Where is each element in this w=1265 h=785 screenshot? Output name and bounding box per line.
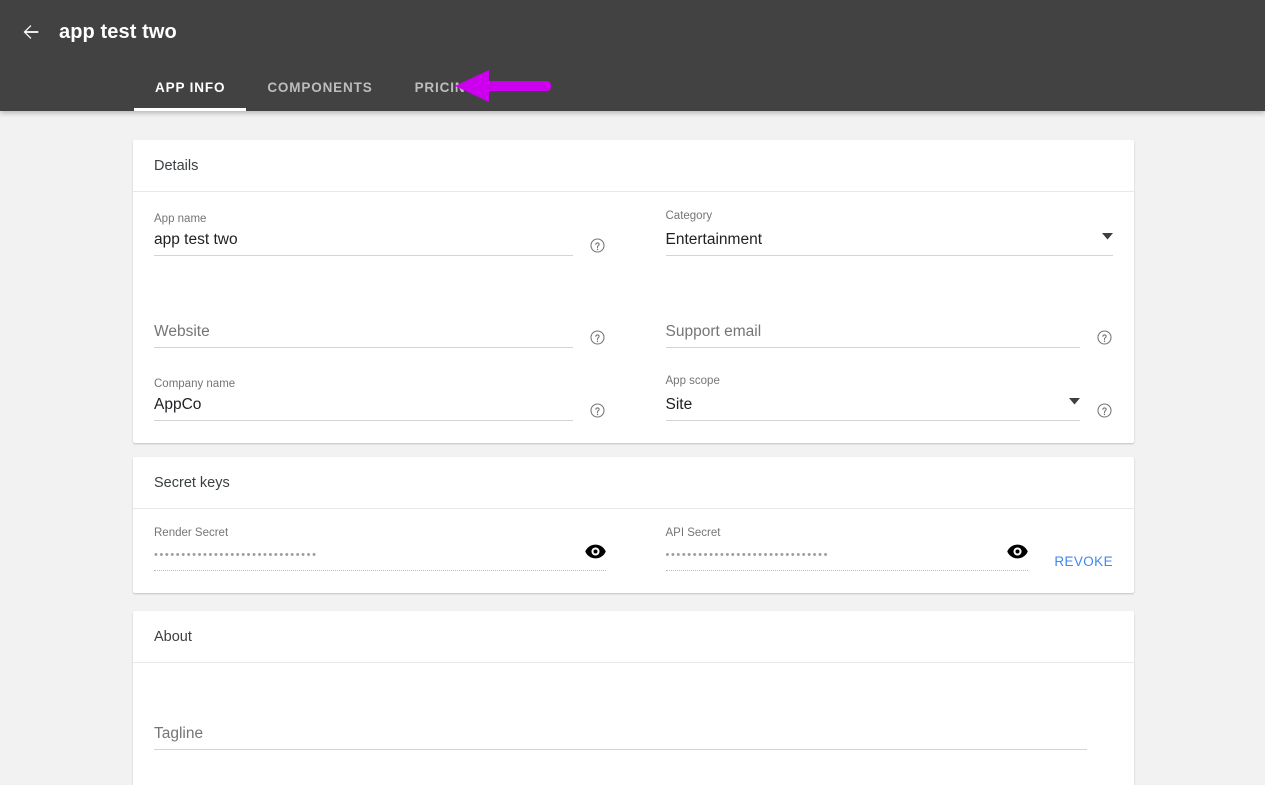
details-card: Details App name app test two Category E… bbox=[133, 140, 1134, 443]
field-app-scope-label: App scope bbox=[665, 375, 720, 387]
chevron-down-icon[interactable] bbox=[1102, 227, 1113, 245]
field-support-email: Support email bbox=[665, 287, 1081, 348]
field-category: Category Entertainment bbox=[665, 192, 1113, 256]
tab-pricing-label: PRICING bbox=[414, 80, 477, 95]
details-row-1: App name app test two Category Entertain… bbox=[154, 192, 1113, 256]
tab-pricing[interactable]: PRICING bbox=[394, 64, 498, 111]
field-app-name-label: App name bbox=[154, 213, 207, 225]
field-company-name-label: Company name bbox=[154, 378, 236, 390]
details-row-2: Website Support email bbox=[154, 287, 1113, 348]
back-button[interactable] bbox=[14, 15, 48, 49]
details-card-title: Details bbox=[154, 157, 199, 174]
eye-icon[interactable] bbox=[584, 544, 606, 564]
chevron-down-icon[interactable] bbox=[1069, 392, 1080, 410]
field-app-scope-control[interactable]: Site bbox=[665, 392, 1080, 421]
tab-app-info[interactable]: APP INFO bbox=[134, 64, 247, 111]
about-card-title: About bbox=[154, 628, 192, 645]
details-card-header: Details bbox=[133, 140, 1134, 192]
field-api-secret: API Secret •••••••••••••••••••••••••••••… bbox=[665, 509, 1029, 571]
field-render-secret-label: Render Secret bbox=[154, 527, 229, 539]
secret-keys-card: Secret keys Render Secret ••••••••••••••… bbox=[133, 457, 1134, 593]
help-circle-icon[interactable] bbox=[1096, 402, 1113, 419]
details-card-body: App name app test two Category Entertain… bbox=[133, 192, 1134, 443]
about-card-body: Tagline Description bbox=[133, 663, 1134, 785]
tab-components[interactable]: COMPONENTS bbox=[246, 64, 393, 111]
field-app-name-wrap: App name app test two bbox=[154, 192, 634, 256]
help-circle-icon[interactable] bbox=[1096, 329, 1113, 346]
revoke-button[interactable]: REVOKE bbox=[1054, 554, 1113, 569]
field-render-secret-value: •••••••••••••••••••••••••••••• bbox=[154, 549, 318, 561]
about-card-header: About bbox=[133, 611, 1134, 663]
secret-keys-row: Render Secret ••••••••••••••••••••••••••… bbox=[154, 509, 1113, 571]
about-row-tagline: Tagline bbox=[154, 689, 1113, 750]
field-tagline-wrap: Tagline bbox=[154, 689, 1113, 750]
field-website-wrap: Website bbox=[154, 287, 634, 348]
field-api-secret-label: API Secret bbox=[665, 527, 721, 539]
tab-app-info-label: APP INFO bbox=[155, 80, 226, 95]
field-category-label: Category bbox=[665, 210, 713, 222]
field-category-wrap: Category Entertainment bbox=[634, 192, 1113, 256]
field-app-name-value[interactable]: app test two bbox=[154, 230, 573, 250]
field-render-secret-control: •••••••••••••••••••••••••••••• bbox=[154, 544, 606, 571]
field-api-secret-wrap: API Secret •••••••••••••••••••••••••••••… bbox=[634, 509, 1114, 571]
field-tagline-control[interactable]: Tagline bbox=[154, 724, 1087, 750]
field-app-scope-value[interactable]: Site bbox=[666, 395, 1062, 415]
help-circle-icon[interactable] bbox=[589, 329, 606, 346]
page-title: app test two bbox=[59, 20, 177, 43]
field-support-email-control[interactable]: Support email bbox=[665, 322, 1081, 348]
field-support-email-placeholder[interactable]: Support email bbox=[666, 322, 1081, 342]
field-website-placeholder[interactable]: Website bbox=[154, 322, 573, 342]
about-card: About Tagline bbox=[133, 611, 1134, 785]
secret-keys-card-title: Secret keys bbox=[154, 474, 230, 491]
arrow-left-icon bbox=[20, 21, 42, 43]
field-category-value[interactable]: Entertainment bbox=[666, 230, 1095, 250]
tab-components-label: COMPONENTS bbox=[267, 80, 373, 95]
help-circle-icon[interactable] bbox=[589, 402, 606, 419]
tab-bar: APP INFO COMPONENTS PRICING bbox=[134, 64, 498, 111]
field-company-name-value[interactable]: AppCo bbox=[154, 395, 573, 415]
help-circle-icon[interactable] bbox=[589, 237, 606, 254]
field-app-scope-wrap: App scope Site bbox=[634, 357, 1114, 421]
field-company-name-control[interactable]: AppCo bbox=[154, 395, 573, 421]
page-content: Details App name app test two Category E… bbox=[0, 111, 1265, 785]
field-support-email-wrap: Support email bbox=[634, 287, 1114, 348]
field-company-name-wrap: Company name AppCo bbox=[154, 357, 634, 421]
details-row-3: Company name AppCo App scope Site bbox=[154, 357, 1113, 421]
field-app-name: App name app test two bbox=[154, 195, 573, 256]
field-company-name: Company name AppCo bbox=[154, 360, 573, 421]
field-app-name-control[interactable]: app test two bbox=[154, 230, 573, 256]
field-render-secret: Render Secret ••••••••••••••••••••••••••… bbox=[154, 509, 606, 571]
field-category-control[interactable]: Entertainment bbox=[665, 227, 1113, 256]
field-api-secret-value: •••••••••••••••••••••••••••••• bbox=[665, 549, 830, 561]
eye-icon[interactable] bbox=[1007, 544, 1029, 564]
field-website-control[interactable]: Website bbox=[154, 322, 573, 348]
app-bar: app test two APP INFO COMPONENTS PRICING bbox=[0, 0, 1265, 111]
secret-keys-card-header: Secret keys bbox=[133, 457, 1134, 509]
field-website: Website bbox=[154, 287, 573, 348]
field-api-secret-control: •••••••••••••••••••••••••••••• bbox=[665, 544, 1029, 571]
secret-keys-card-body: Render Secret ••••••••••••••••••••••••••… bbox=[133, 509, 1134, 593]
app-bar-top-row: app test two bbox=[0, 0, 1265, 64]
field-tagline-placeholder[interactable]: Tagline bbox=[154, 724, 1087, 744]
field-render-secret-wrap: Render Secret ••••••••••••••••••••••••••… bbox=[154, 509, 634, 571]
field-tagline: Tagline bbox=[154, 689, 1087, 750]
field-app-scope: App scope Site bbox=[665, 357, 1080, 421]
